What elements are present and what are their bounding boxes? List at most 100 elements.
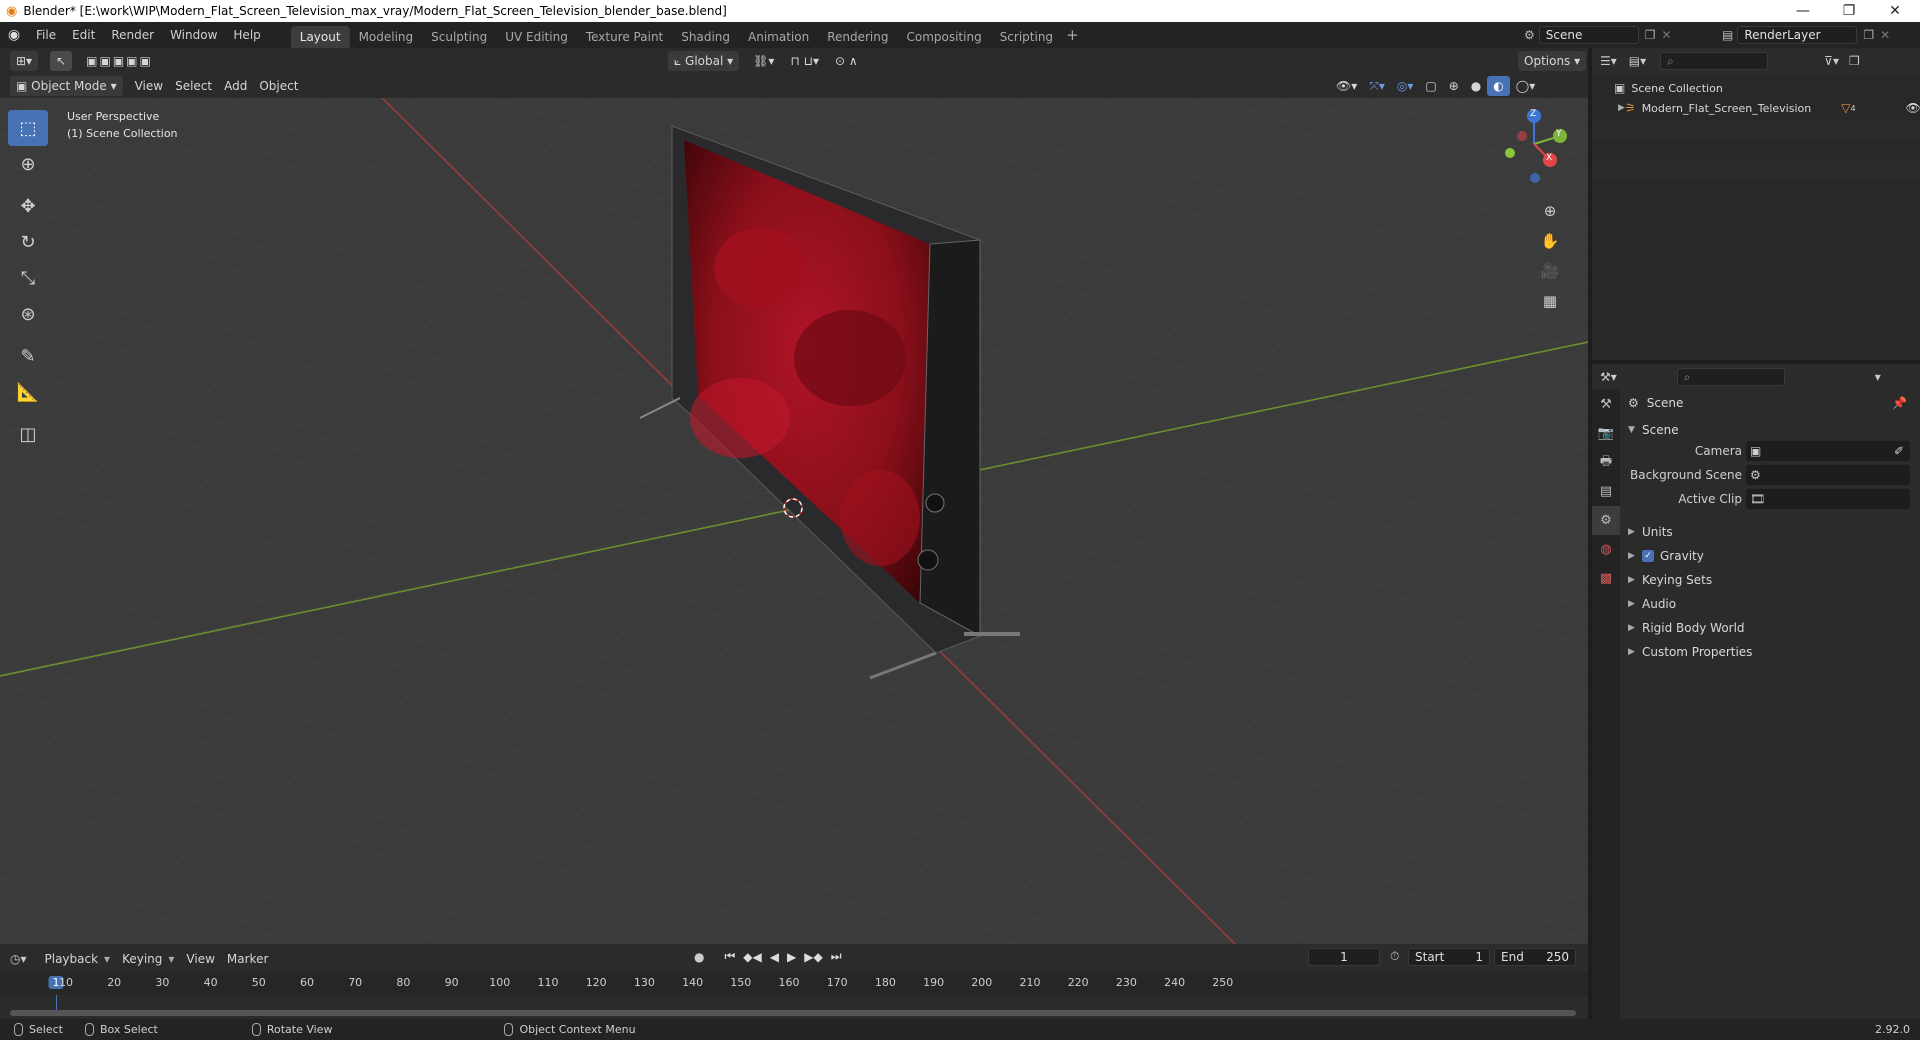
- timeline-scrollbar[interactable]: [10, 1010, 1576, 1016]
- tab-shading[interactable]: Shading: [672, 26, 739, 48]
- filter-icon[interactable]: ⊽▾: [1824, 54, 1839, 68]
- view-layer-tab-icon[interactable]: ▤: [1592, 477, 1620, 506]
- output-tab-icon[interactable]: 🖶: [1592, 448, 1620, 477]
- renderlayer-field[interactable]: RenderLayer: [1737, 26, 1858, 44]
- outliner-search-input[interactable]: ⌕: [1660, 52, 1769, 70]
- tab-rendering[interactable]: Rendering: [818, 26, 897, 48]
- gizmo-toggle-icon[interactable]: ⤧▾: [1363, 76, 1391, 96]
- jump-keyframe-forward-icon[interactable]: ▶◆: [804, 950, 822, 964]
- jump-start-icon[interactable]: ⏮: [724, 949, 735, 964]
- xray-icon[interactable]: ▢: [1419, 76, 1442, 96]
- outliner-root-row[interactable]: ▣ Scene Collection: [1592, 78, 1920, 98]
- visibility-eye-icon[interactable]: 👁: [1906, 101, 1920, 115]
- play-icon[interactable]: ▶: [787, 950, 796, 964]
- viewport-menu-view[interactable]: View: [129, 76, 169, 96]
- world-tab-icon[interactable]: ◍: [1592, 535, 1620, 564]
- 3d-viewport[interactable]: User Perspective (1) Scene Collection Z …: [0, 98, 1588, 944]
- properties-options-icon[interactable]: ▾: [1875, 370, 1881, 384]
- current-frame-field[interactable]: 1: [1308, 948, 1380, 966]
- transform-orientation-dropdown[interactable]: ⟀ Global ▾: [668, 51, 740, 71]
- tool-tab-icon[interactable]: ⚒: [1592, 390, 1620, 419]
- measure-icon[interactable]: 📐: [8, 374, 48, 410]
- tab-layout[interactable]: Layout: [290, 26, 350, 48]
- new-scene-icon[interactable]: ❐: [1645, 28, 1656, 42]
- rigid-body-world-panel[interactable]: ▶ Rigid Body World: [1628, 618, 1745, 638]
- move-icon[interactable]: ✥: [8, 188, 48, 224]
- pan-hand-icon[interactable]: ✋: [1535, 226, 1565, 256]
- tab-modeling[interactable]: Modeling: [350, 26, 423, 48]
- scene-icon[interactable]: ⚙: [1524, 28, 1535, 42]
- record-icon[interactable]: ●: [694, 950, 704, 964]
- units-panel[interactable]: ▶ Units: [1628, 522, 1673, 542]
- tab-compositing[interactable]: Compositing: [897, 26, 990, 48]
- transform-icon[interactable]: ⊛: [8, 296, 48, 332]
- tab-scripting[interactable]: Scripting: [991, 26, 1062, 48]
- proportional-edit-icon[interactable]: ⊙ ∧: [829, 51, 864, 71]
- menu-window[interactable]: Window: [162, 22, 225, 48]
- overlay-toggle-icon[interactable]: ◎▾: [1391, 76, 1420, 96]
- start-frame-field[interactable]: Start 1: [1408, 948, 1490, 966]
- editor-type-icon[interactable]: ⊞▾: [10, 51, 39, 71]
- viewport-menu-select[interactable]: Select: [169, 76, 218, 96]
- new-renderlayer-icon[interactable]: ❐: [1863, 28, 1874, 42]
- jump-end-icon[interactable]: ⏭: [831, 949, 842, 964]
- timeline-menu-view[interactable]: View: [180, 949, 220, 969]
- new-collection-icon[interactable]: ❐: [1849, 54, 1860, 68]
- annotate-icon[interactable]: ✎: [8, 338, 48, 374]
- mode-dropdown[interactable]: ▣ Object Mode ▾: [10, 76, 123, 96]
- visibility-icon[interactable]: 👁▾: [1330, 76, 1363, 96]
- add-cube-icon[interactable]: ◫: [8, 416, 48, 452]
- ortho-grid-icon[interactable]: ▦: [1535, 286, 1565, 316]
- tab-animation[interactable]: Animation: [739, 26, 818, 48]
- timeline-menu-keying[interactable]: Keying: [116, 949, 168, 969]
- timeline-editor-icon[interactable]: ◷▾: [10, 952, 27, 966]
- options-dropdown[interactable]: Options ▾: [1518, 51, 1587, 71]
- cursor-icon[interactable]: ⊕: [8, 146, 48, 182]
- properties-editor-icon[interactable]: ⚒▾: [1600, 370, 1617, 384]
- display-mode-icon[interactable]: ▤▾: [1629, 54, 1646, 68]
- render-tab-icon[interactable]: 📷: [1592, 419, 1620, 448]
- viewport-canvas[interactable]: [0, 98, 1588, 944]
- timeline-menu-marker[interactable]: Marker: [221, 949, 274, 969]
- texture-tab-icon[interactable]: ▩: [1592, 564, 1620, 593]
- gravity-checkbox[interactable]: ✓: [1642, 550, 1654, 562]
- select-tool-icon[interactable]: ↖: [50, 51, 73, 71]
- viewport-menu-add[interactable]: Add: [218, 76, 253, 96]
- timeline-menu-playback[interactable]: Playback: [39, 949, 105, 969]
- select-box-icon[interactable]: ⬚: [8, 110, 48, 146]
- scene-field[interactable]: Scene: [1538, 26, 1639, 44]
- camera-field[interactable]: ▣ ✐: [1746, 441, 1910, 461]
- minimize-button[interactable]: —: [1780, 0, 1826, 22]
- selection-mode-icons[interactable]: ▣▣▣▣▣: [80, 51, 159, 71]
- viewport-menu-object[interactable]: Object: [253, 76, 304, 96]
- stopwatch-icon[interactable]: ⏱: [1390, 949, 1399, 964]
- active-clip-field[interactable]: 🎞: [1746, 489, 1910, 509]
- frame-ruler[interactable]: 1 10 20 30 40 50 60 70 80 90 100 110 120 130 140 150 160…: [0, 973, 1588, 995]
- blender-menu-icon[interactable]: ◉: [0, 27, 28, 43]
- navigation-gizmo[interactable]: Z Y X: [1486, 98, 1582, 194]
- outliner-editor-icon[interactable]: ☰▾: [1600, 54, 1617, 68]
- menu-render[interactable]: Render: [103, 22, 162, 48]
- tab-uv-editing[interactable]: UV Editing: [496, 26, 577, 48]
- tab-texture-paint[interactable]: Texture Paint: [577, 26, 672, 48]
- keying-sets-panel[interactable]: ▶ Keying Sets: [1628, 570, 1712, 590]
- outliner-object-row[interactable]: ▶ ⚞ Modern_Flat_Screen_Television ▽ 4 👁: [1592, 98, 1920, 118]
- jump-keyframe-back-icon[interactable]: ◆◀: [743, 950, 761, 964]
- menu-file[interactable]: File: [28, 22, 64, 48]
- delete-renderlayer-icon[interactable]: ✕: [1880, 28, 1890, 42]
- pin-icon[interactable]: 📌: [1892, 396, 1907, 410]
- scale-icon[interactable]: ⤡: [8, 260, 48, 296]
- restore-button[interactable]: ❐: [1826, 0, 1872, 22]
- properties-search-input[interactable]: ⌕: [1676, 368, 1785, 386]
- tab-sculpting[interactable]: Sculpting: [422, 26, 496, 48]
- menu-help[interactable]: Help: [225, 22, 268, 48]
- eyedropper-icon[interactable]: ✐: [1894, 444, 1904, 458]
- shading-solid-icon[interactable]: ●: [1465, 76, 1487, 96]
- rotate-icon[interactable]: ↻: [8, 224, 48, 260]
- renderlayer-icon[interactable]: ▤: [1722, 28, 1733, 42]
- close-button[interactable]: ✕: [1872, 0, 1918, 22]
- audio-panel[interactable]: ▶ Audio: [1628, 594, 1676, 614]
- end-frame-field[interactable]: End 250: [1494, 948, 1576, 966]
- custom-properties-panel[interactable]: ▶ Custom Properties: [1628, 642, 1752, 662]
- pivot-icon[interactable]: ⛓▾: [747, 51, 780, 71]
